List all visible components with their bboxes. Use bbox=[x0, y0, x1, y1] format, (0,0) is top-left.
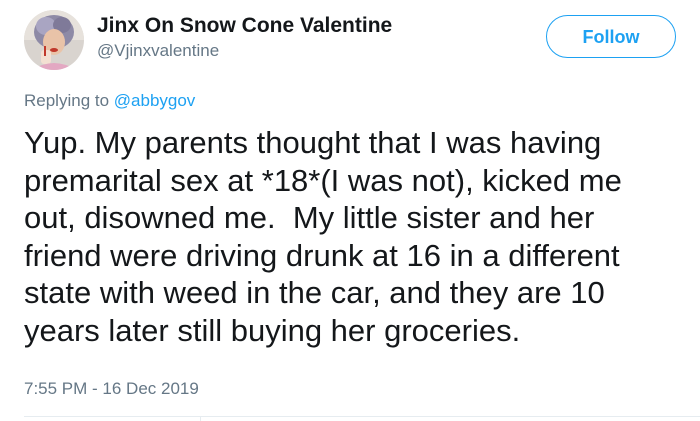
tweet-timestamp[interactable]: 7:55 PM - 16 Dec 2019 bbox=[24, 378, 199, 400]
tweet-text: Yup. My parents thought that I was havin… bbox=[24, 124, 684, 349]
divider-tick bbox=[200, 416, 201, 421]
tweet-text-line: friend were driving drunk at 16 in a dif… bbox=[24, 237, 620, 273]
avatar[interactable] bbox=[24, 10, 84, 70]
tweet-text-line: years later still buying her groceries. bbox=[24, 312, 521, 348]
reply-mention-link[interactable]: @abbygov bbox=[114, 91, 196, 110]
tweet-card: Jinx On Snow Cone Valentine @Vjinxvalent… bbox=[0, 0, 700, 421]
replying-to-label: Replying to bbox=[24, 91, 114, 110]
author-handle[interactable]: @Vjinxvalentine bbox=[97, 40, 219, 62]
tweet-text-line: state with weed in the car, and they are… bbox=[24, 275, 605, 310]
tweet-text-line: premarital sex at *18*(I was not), kicke… bbox=[24, 162, 622, 198]
divider bbox=[24, 416, 700, 417]
replying-to: Replying to @abbygov bbox=[24, 90, 195, 112]
tweet-text-line: out, disowned me. My little sister and h… bbox=[24, 200, 595, 235]
profile-photo-icon bbox=[24, 10, 84, 70]
follow-button[interactable]: Follow bbox=[546, 15, 676, 58]
tweet-text-line: Yup. My parents thought that I was havin… bbox=[24, 125, 602, 160]
author-display-name[interactable]: Jinx On Snow Cone Valentine bbox=[97, 13, 392, 39]
